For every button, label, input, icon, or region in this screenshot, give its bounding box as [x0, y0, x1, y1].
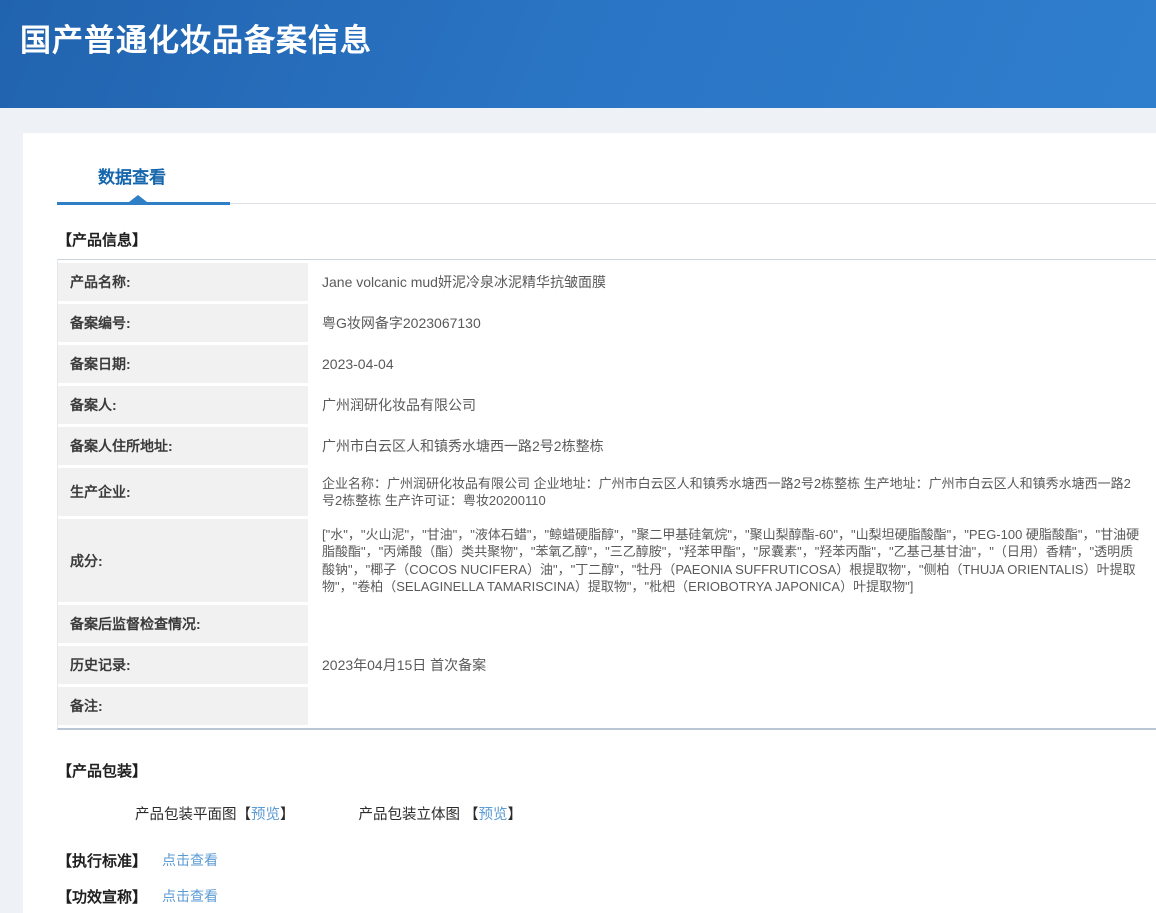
- product-info-table: 产品名称: Jane volcanic mud妍泥冷泉冰泥精华抗皱面膜 备案编号…: [57, 259, 1156, 730]
- tab-active-indicator: [57, 202, 230, 205]
- standard-view-link[interactable]: 点击查看: [162, 850, 218, 870]
- table-row-history: 历史记录: 2023年04月15日 首次备案: [58, 646, 1156, 684]
- packaging-flat-label: 产品包装平面图: [135, 807, 237, 823]
- table-row-registrant-address: 备案人住所地址: 广州市白云区人和镇秀水塘西一路2号2栋整栋: [58, 427, 1156, 465]
- row-value: 粤G妆网备字2023067130: [308, 304, 1156, 342]
- row-value: 2023-04-04: [308, 345, 1156, 383]
- row-value: ["水"，"火山泥"，"甘油"，"液体石蜡"，"鲸蜡硬脂醇"，"聚二甲基硅氧烷"…: [308, 519, 1156, 602]
- row-label: 备案人住所地址:: [58, 427, 308, 465]
- row-value: 2023年04月15日 首次备案: [308, 646, 1156, 684]
- row-label: 备案编号:: [58, 304, 308, 342]
- tab-divider-line: [230, 203, 1156, 204]
- row-label: 历史记录:: [58, 646, 308, 684]
- table-row-registration-date: 备案日期: 2023-04-04: [58, 345, 1156, 383]
- tab-data-view[interactable]: 数据查看: [98, 163, 166, 188]
- table-row-supervision-check: 备案后监督检查情况:: [58, 605, 1156, 643]
- row-value: 企业名称：广州润研化妆品有限公司 企业地址：广州市白云区人和镇秀水塘西一路2号2…: [308, 468, 1156, 516]
- row-label: 成分:: [58, 519, 308, 602]
- efficacy-view-link[interactable]: 点击查看: [162, 886, 218, 906]
- packaging-stereo-preview-link[interactable]: 预览: [479, 807, 508, 823]
- table-row-remarks: 备注:: [58, 687, 1156, 725]
- row-label: 备案日期:: [58, 345, 308, 383]
- section-heading-standard: 【执行标准】: [57, 850, 147, 871]
- section-heading-efficacy: 【功效宣称】: [57, 886, 147, 907]
- content-card: 数据查看 【产品信息】 产品名称: Jane volcanic mud妍泥冷泉冰…: [23, 133, 1156, 913]
- row-value: 广州润研化妆品有限公司: [308, 386, 1156, 424]
- section-heading-packaging: 【产品包装】: [57, 760, 1156, 781]
- table-row-ingredients: 成分: ["水"，"火山泥"，"甘油"，"液体石蜡"，"鲸蜡硬脂醇"，"聚二甲基…: [58, 519, 1156, 602]
- tab-underline: [57, 202, 1156, 205]
- bracket-close: 】: [280, 807, 295, 823]
- row-label: 备案人:: [58, 386, 308, 424]
- table-row-registration-number: 备案编号: 粤G妆网备字2023067130: [58, 304, 1156, 342]
- section-heading-product-info: 【产品信息】: [57, 229, 1156, 250]
- table-row-manufacturer: 生产企业: 企业名称：广州润研化妆品有限公司 企业地址：广州市白云区人和镇秀水塘…: [58, 468, 1156, 516]
- packaging-flat-item: 产品包装平面图【预览】: [135, 803, 295, 824]
- row-value: 广州市白云区人和镇秀水塘西一路2号2栋整栋: [308, 427, 1156, 465]
- row-value: [308, 687, 1156, 725]
- standard-row: 【执行标准】 点击查看: [57, 850, 1156, 871]
- packaging-stereo-label: 产品包装立体图: [359, 807, 465, 823]
- table-row-product-name: 产品名称: Jane volcanic mud妍泥冷泉冰泥精华抗皱面膜: [58, 263, 1156, 301]
- bracket-close: 】: [508, 807, 523, 823]
- packaging-stereo-item: 产品包装立体图 【预览】: [359, 803, 523, 824]
- page-header-banner: 国产普通化妆品备案信息: [0, 0, 1156, 108]
- row-value: [308, 605, 1156, 643]
- row-label: 产品名称:: [58, 263, 308, 301]
- row-label: 备案后监督检查情况:: [58, 605, 308, 643]
- table-row-registrant: 备案人: 广州润研化妆品有限公司: [58, 386, 1156, 424]
- row-value: Jane volcanic mud妍泥冷泉冰泥精华抗皱面膜: [308, 263, 1156, 301]
- tab-arrow-up-icon: [129, 195, 147, 202]
- packaging-flat-preview-link[interactable]: 预览: [251, 807, 280, 823]
- row-label: 生产企业:: [58, 468, 308, 516]
- efficacy-row: 【功效宣称】 点击查看: [57, 886, 1156, 907]
- row-label: 备注:: [58, 687, 308, 725]
- bracket-open: 【: [464, 807, 479, 823]
- packaging-row: 产品包装平面图【预览】 产品包装立体图 【预览】: [57, 803, 1156, 824]
- page-title: 国产普通化妆品备案信息: [20, 15, 1156, 60]
- bracket-open: 【: [237, 807, 252, 823]
